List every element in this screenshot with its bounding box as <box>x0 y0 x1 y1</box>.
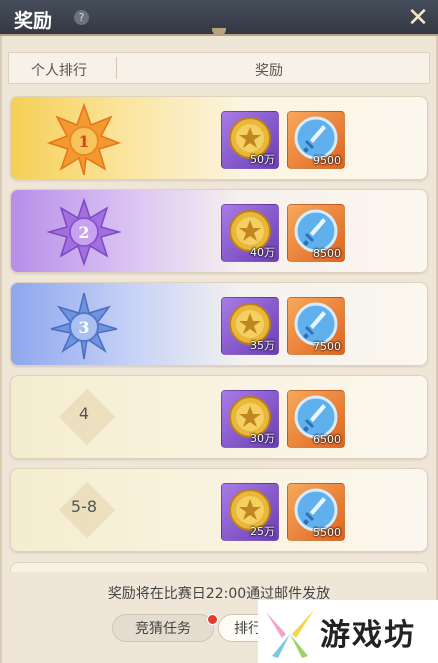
sword-item[interactable]: 6500 <box>287 390 345 448</box>
coin-item[interactable]: 40万 <box>221 204 279 262</box>
rank-row-partial <box>10 562 428 572</box>
sword-quantity: 6500 <box>313 433 341 446</box>
rank-label: 4 <box>78 404 90 423</box>
watermark: 游戏坊 <box>258 600 438 663</box>
header-rank: 个人排行 <box>31 63 87 79</box>
medal-rank-label: 3 <box>78 318 89 337</box>
title-ornament <box>212 28 226 36</box>
coin-quantity: 30万 <box>250 432 275 445</box>
notification-dot <box>207 614 218 625</box>
coin-quantity: 40万 <box>250 246 275 259</box>
coin-item[interactable]: 50万 <box>221 111 279 169</box>
window-title: 奖励 <box>14 10 53 32</box>
sword-item[interactable]: 7500 <box>287 297 345 355</box>
sword-quantity: 7500 <box>313 340 341 353</box>
close-icon[interactable]: ✕ <box>404 4 432 32</box>
rank-row-2: 2 40万 8500 <box>10 189 428 273</box>
watermark-text: 游戏坊 <box>320 618 416 653</box>
gold-medal-icon: 1 <box>47 103 121 175</box>
table-header: 个人排行 奖励 <box>8 52 430 84</box>
coin-item[interactable]: 25万 <box>221 483 279 541</box>
coin-item[interactable]: 35万 <box>221 297 279 355</box>
coin-quantity: 25万 <box>250 525 275 538</box>
rank-row-5-8: 5-8 25万 5500 <box>10 468 428 552</box>
sword-item[interactable]: 8500 <box>287 204 345 262</box>
rank-row-1: 1 50万 9500 <box>10 96 428 180</box>
sword-quantity: 5500 <box>313 526 341 539</box>
sword-quantity: 8500 <box>313 247 341 260</box>
rank-row-4: 4 30万 6500 <box>10 375 428 459</box>
sword-item[interactable]: 5500 <box>287 483 345 541</box>
coin-item[interactable]: 30万 <box>221 390 279 448</box>
purple-medal-icon: 2 <box>47 197 121 267</box>
tab-quiz-tasks[interactable]: 竞猜任务 <box>112 614 214 642</box>
blue-medal-icon: 3 <box>50 292 118 360</box>
coin-quantity: 35万 <box>250 339 275 352</box>
medal-rank-label: 1 <box>78 132 89 151</box>
coin-quantity: 50万 <box>250 153 275 166</box>
sword-quantity: 9500 <box>313 154 341 167</box>
rank-row-3: 3 35万 7500 <box>10 282 428 366</box>
header-reward: 奖励 <box>255 63 283 79</box>
question-icon[interactable]: ? <box>74 10 89 25</box>
rank-label: 5-8 <box>70 497 98 516</box>
medal-rank-label: 2 <box>78 223 89 242</box>
title-bar: 奖励 ? ✕ <box>0 0 438 36</box>
sword-item[interactable]: 9500 <box>287 111 345 169</box>
header-divider <box>116 57 117 79</box>
watermark-logo-icon <box>266 610 314 658</box>
